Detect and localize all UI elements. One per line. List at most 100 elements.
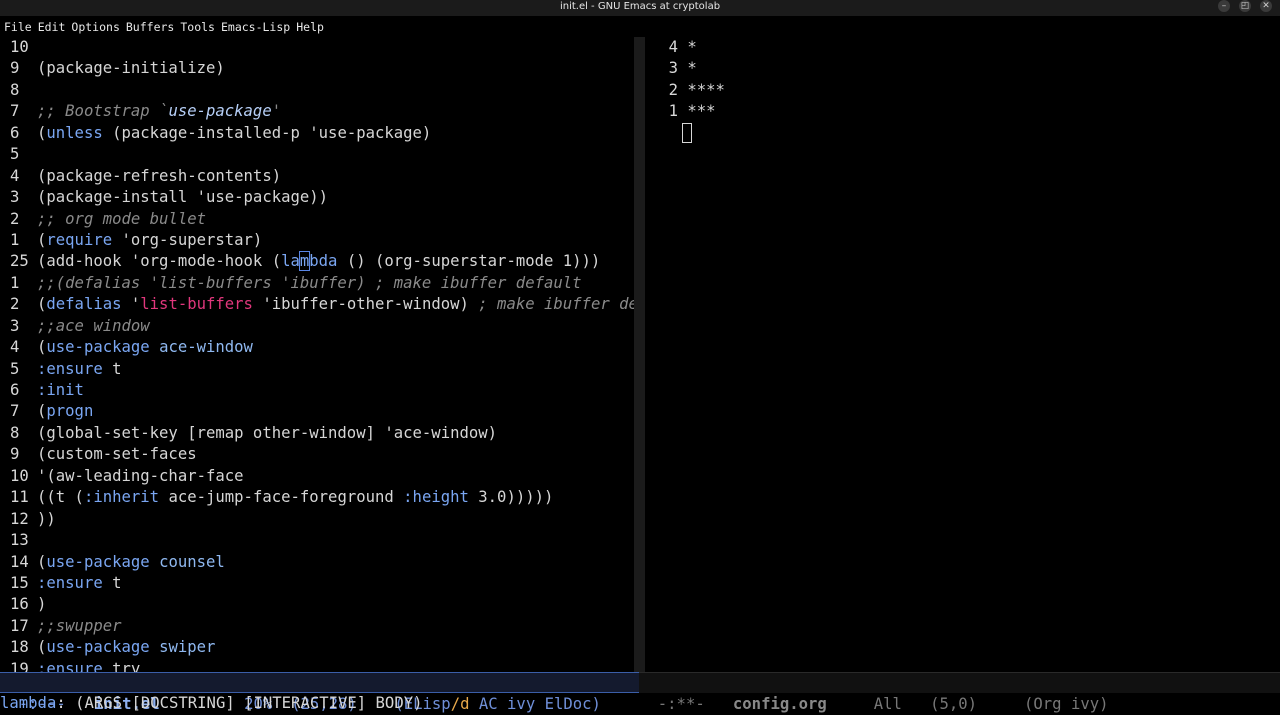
code-text[interactable]: )) — [37, 510, 56, 528]
menu-buffers[interactable]: Buffers — [126, 20, 174, 34]
code-text[interactable]: (use-package swiper — [37, 638, 215, 656]
line-number: 14 — [10, 552, 29, 571]
code-line[interactable]: 4 (package-refresh-contents) — [0, 166, 634, 187]
code-line[interactable]: 8 (global-set-key [remap other-window] 'a… — [0, 423, 634, 444]
code-line[interactable]: 25 (add-hook 'org-mode-hook (lambda () (o… — [0, 251, 634, 272]
code-text[interactable]: ;;swupper — [37, 617, 122, 635]
org-heading-stars[interactable]: * — [678, 38, 696, 56]
code-text[interactable]: ;; Bootstrap `use-package' — [37, 102, 281, 120]
code-line[interactable]: 8 — [0, 80, 634, 101]
code-line[interactable]: 9 (custom-set-faces — [0, 444, 634, 465]
code-token: ) — [37, 595, 47, 614]
line-number: 2 — [10, 295, 20, 314]
org-line[interactable]: 3 * — [645, 58, 1280, 79]
code-line[interactable]: 13 — [0, 530, 634, 551]
code-text[interactable]: (global-set-key [remap other-window] 'ac… — [37, 424, 497, 442]
code-line[interactable]: 10 — [0, 37, 634, 58]
org-line[interactable]: 2 **** — [645, 80, 1280, 101]
code-token: ;; Bootstrap ` — [37, 102, 169, 121]
line-number: 10 — [10, 466, 29, 485]
org-heading-stars[interactable]: *** — [678, 102, 715, 120]
code-token: require — [46, 230, 113, 249]
code-text[interactable]: :init — [37, 381, 84, 399]
code-line[interactable]: 3 (package-install 'use-package)) — [0, 187, 634, 208]
left-mode-line[interactable]: -:--- init.el 20% (25,28) (ELisp/d AC iv… — [0, 672, 639, 713]
org-cursor-line[interactable] — [645, 123, 1280, 144]
code-line[interactable]: 18 (use-package swiper — [0, 637, 634, 658]
org-line[interactable]: 4 * — [645, 37, 1280, 58]
code-text[interactable]: ((t (:inherit ace-jump-face-foreground :… — [37, 488, 553, 506]
minimize-icon[interactable]: – — [1218, 0, 1230, 12]
code-token: :inherit — [83, 488, 160, 507]
menu-emacs-lisp[interactable]: Emacs-Lisp — [221, 20, 290, 34]
right-editor-window[interactable]: 4 * 3 * 2 **** 1 *** — [645, 37, 1280, 672]
right-mode-line[interactable]: -:**- config.org All (5,0) (Org ivy) — [639, 672, 1280, 713]
maximize-icon[interactable]: ◰ — [1239, 0, 1251, 12]
line-number: 8 — [10, 80, 20, 99]
code-line[interactable]: 1 ;;(defalias 'list-buffers 'ibuffer) ; m… — [0, 273, 634, 294]
code-text[interactable]: (progn — [37, 402, 93, 420]
menu-options[interactable]: Options — [71, 20, 119, 34]
left-editor-window[interactable]: 10 9 (package-initialize) 8 7;; Bootstrap `u… — [0, 37, 634, 672]
line-number: 4 — [10, 338, 20, 357]
code-line[interactable]: 7 (progn — [0, 401, 634, 422]
code-line[interactable]: 10 '(aw-leading-char-face — [0, 466, 634, 487]
menu-edit[interactable]: Edit — [38, 20, 66, 34]
code-text[interactable]: (package-initialize) — [37, 59, 225, 77]
code-text[interactable]: ;;ace window — [37, 317, 150, 335]
code-line[interactable]: 19:ensure try — [0, 659, 634, 672]
code-token: ;;(defalias 'list-buffers 'ibuffer) ; ma… — [37, 273, 582, 292]
code-text[interactable]: (custom-set-faces — [37, 445, 197, 463]
code-token: 3.0))))) — [468, 488, 554, 507]
code-text[interactable]: (package-install 'use-package)) — [37, 188, 328, 206]
code-line[interactable]: 3 ;;ace window — [0, 316, 634, 337]
code-line[interactable]: 2 ;; org mode bullet — [0, 209, 634, 230]
menu-file[interactable]: File — [4, 20, 32, 34]
code-line[interactable]: 14 (use-package counsel — [0, 552, 634, 573]
code-text[interactable]: :ensure t — [37, 574, 122, 592]
code-line[interactable]: 7 ;; Bootstrap `use-package' — [0, 101, 634, 122]
code-line[interactable]: 17 ;;swupper — [0, 616, 634, 637]
code-text[interactable]: :ensure try — [37, 660, 140, 672]
line-number: 4 — [668, 38, 678, 56]
code-line[interactable]: 9 (package-initialize) — [0, 58, 634, 79]
org-line[interactable]: 1 *** — [645, 101, 1280, 122]
code-text[interactable]: ;; org mode bullet — [37, 210, 206, 228]
org-heading-stars[interactable]: * — [678, 59, 696, 77]
line-number: 1 — [668, 102, 678, 121]
menu-tools[interactable]: Tools — [180, 20, 215, 34]
code-text[interactable]: (unless (package-installed-p 'use-packag… — [37, 124, 431, 142]
line-number: 3 — [668, 59, 678, 78]
code-line[interactable]: 11 ((t (:inherit ace-jump-face-foreground… — [0, 487, 634, 508]
code-text[interactable]: ) — [37, 595, 46, 613]
org-heading-stars[interactable]: **** — [678, 81, 725, 99]
code-token: progn — [46, 402, 94, 421]
code-token: swiper — [159, 638, 216, 657]
code-line[interactable]: 4 (use-package ace-window — [0, 337, 634, 358]
code-token: ' — [121, 295, 141, 314]
text-cursor: m — [298, 251, 311, 272]
window-divider[interactable] — [634, 37, 645, 672]
code-line[interactable]: 15:ensure t — [0, 573, 634, 594]
code-text[interactable]: (use-package ace-window — [37, 338, 253, 356]
code-line[interactable]: 5 — [0, 144, 634, 165]
code-line[interactable]: 2 (defalias 'list-buffers 'ibuffer-other-… — [0, 294, 634, 315]
code-line[interactable]: 12)) — [0, 509, 634, 530]
code-line[interactable]: 6 (unless (package-installed-p 'use-packa… — [0, 123, 634, 144]
code-text[interactable]: (add-hook 'org-mode-hook (lambda () (org… — [37, 251, 600, 272]
close-icon[interactable]: ✕ — [1260, 0, 1272, 12]
code-text[interactable]: (defalias 'list-buffers 'ibuffer-other-w… — [37, 295, 634, 313]
code-text[interactable]: (require 'org-superstar) — [37, 231, 262, 249]
code-text[interactable]: ;;(defalias 'list-buffers 'ibuffer) ; ma… — [37, 274, 582, 292]
code-line[interactable]: 5:ensure t — [0, 359, 634, 380]
code-text[interactable]: (package-refresh-contents) — [37, 167, 281, 185]
code-token: list-buffers — [140, 295, 253, 314]
code-text[interactable]: (use-package counsel — [37, 553, 225, 571]
menu-help[interactable]: Help — [296, 20, 324, 34]
code-line[interactable]: 16) — [0, 594, 634, 615]
code-line[interactable]: 1 (require 'org-superstar) — [0, 230, 634, 251]
code-line[interactable]: 6:init — [0, 380, 634, 401]
code-text[interactable]: :ensure t — [37, 360, 122, 378]
code-text[interactable]: '(aw-leading-char-face — [37, 467, 244, 485]
